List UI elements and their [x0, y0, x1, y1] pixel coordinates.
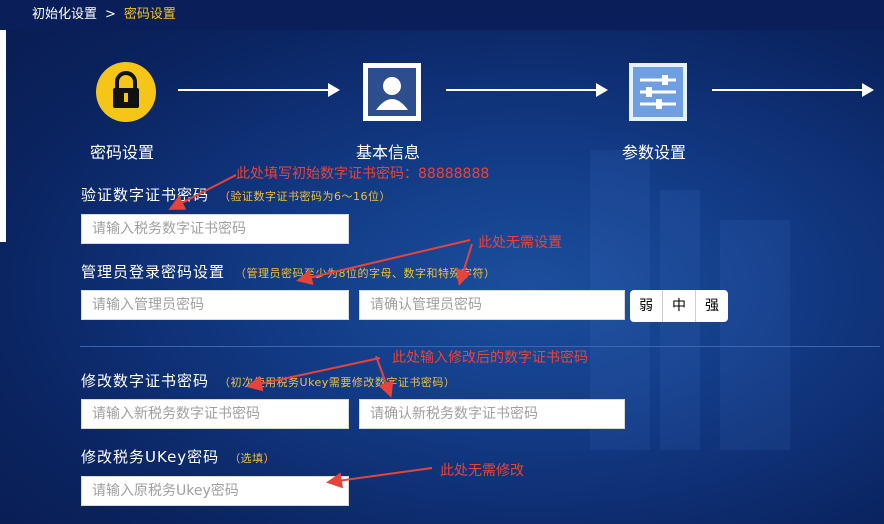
password-setup-page: 初始化设置 > 密码设置 密码设置 基本信息 参数设置 验证数字证书密码 （验证… — [0, 0, 884, 524]
annotation-arrows — [168, 174, 473, 489]
